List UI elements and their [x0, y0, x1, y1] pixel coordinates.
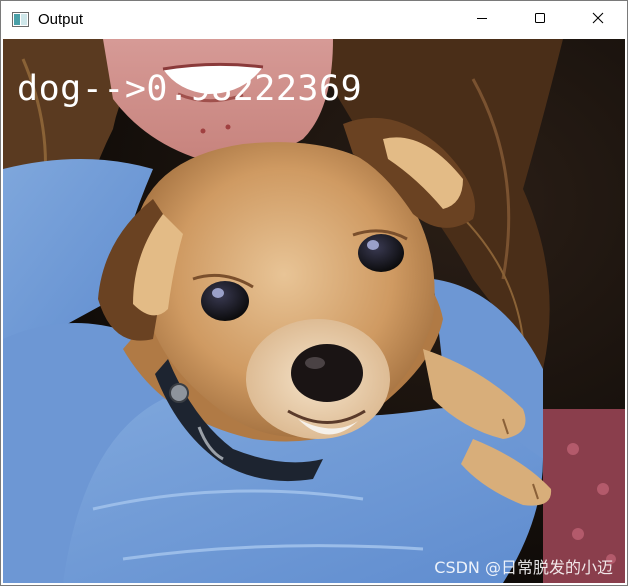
close-button[interactable]: [569, 1, 627, 39]
title-bar[interactable]: Output: [1, 1, 627, 39]
maximize-icon: [534, 11, 546, 29]
puppy-photo: [3, 39, 625, 583]
close-icon: [592, 11, 604, 29]
maximize-button[interactable]: [511, 1, 569, 39]
output-window: Output dog-->0.98222369 CSDN @日常脱发的小迈: [0, 0, 628, 586]
minimize-button[interactable]: [453, 1, 511, 39]
csdn-watermark: CSDN @日常脱发的小迈: [434, 558, 613, 577]
minimize-icon: [476, 11, 488, 29]
prediction-label: dog-->0.98222369: [17, 69, 363, 109]
image-viewport: dog-->0.98222369 CSDN @日常脱发的小迈: [3, 39, 625, 583]
app-icon: [12, 12, 29, 27]
window-title: Output: [38, 11, 84, 28]
